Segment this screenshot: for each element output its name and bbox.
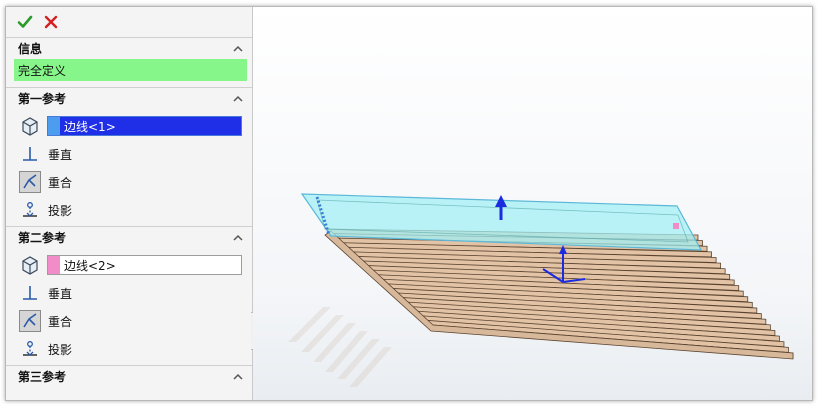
perpendicular-icon[interactable]: [19, 282, 41, 304]
option-label: 重合: [48, 175, 73, 190]
info-section-title: 信息: [18, 41, 43, 56]
chevron-up-icon[interactable]: [232, 232, 244, 242]
second-ref-input[interactable]: 边线<2>: [47, 255, 242, 275]
option-label: 投影: [48, 203, 73, 218]
graphics-viewport[interactable]: [253, 7, 812, 400]
option-label: 投影: [48, 342, 73, 357]
second-ref-coincident-option[interactable]: 重合: [6, 307, 252, 335]
second-ref-section-body: 边线<2> 垂直 重合 投影: [6, 247, 252, 365]
third-ref-section-title: 第三参考: [18, 369, 67, 384]
second-ref-selection-row: 边线<2>: [6, 251, 252, 279]
coincident-icon[interactable]: [19, 310, 41, 332]
first-ref-perpendicular-option[interactable]: 垂直: [6, 140, 252, 168]
option-label: 垂直: [48, 286, 73, 301]
second-ref-projection-option[interactable]: 投影: [6, 335, 252, 363]
second-ref-perpendicular-option[interactable]: 垂直: [6, 279, 252, 307]
option-label: 重合: [48, 314, 73, 329]
model-view[interactable]: [253, 7, 812, 400]
edge-selection-icon: [19, 115, 41, 137]
first-ref-section-title: 第一参考: [18, 91, 67, 106]
red-x-icon[interactable]: [43, 14, 59, 30]
first-ref-value: 边线<1>: [64, 119, 116, 134]
status-badge: 完全定义: [14, 59, 247, 81]
green-check-icon[interactable]: [17, 14, 33, 30]
projection-icon[interactable]: [19, 199, 41, 221]
property-manager-panel: 信息 完全定义 第一参考 边线<1> 垂直 重合 投影 第二参考 边线<2> 垂…: [6, 7, 253, 400]
chevron-up-icon[interactable]: [232, 43, 244, 53]
color-swatch: [48, 256, 60, 274]
second-ref-section-header[interactable]: 第二参考: [6, 226, 252, 247]
first-ref-section-body: 边线<1> 垂直 重合 投影: [6, 108, 252, 226]
perpendicular-icon[interactable]: [19, 143, 41, 165]
confirm-toolbar: [6, 7, 252, 37]
app-window: 信息 完全定义 第一参考 边线<1> 垂直 重合 投影 第二参考 边线<2> 垂…: [5, 6, 813, 401]
edge-marker-pink: [673, 223, 679, 229]
first-ref-selection-row: 边线<1>: [6, 112, 252, 140]
info-section-header[interactable]: 信息: [6, 37, 252, 58]
coincident-icon[interactable]: [19, 171, 41, 193]
chevron-up-icon[interactable]: [232, 371, 244, 381]
first-ref-coincident-option[interactable]: 重合: [6, 168, 252, 196]
status-text: 完全定义: [18, 63, 67, 78]
option-label: 垂直: [48, 147, 73, 162]
first-ref-input[interactable]: 边线<1>: [47, 116, 242, 136]
projection-icon[interactable]: [19, 338, 41, 360]
third-ref-section-header[interactable]: 第三参考: [6, 365, 252, 386]
edge-selection-icon: [19, 254, 41, 276]
first-ref-projection-option[interactable]: 投影: [6, 196, 252, 224]
second-ref-value: 边线<2>: [64, 258, 116, 273]
second-ref-section-title: 第二参考: [18, 230, 67, 245]
chevron-up-icon[interactable]: [232, 93, 244, 103]
first-ref-section-header[interactable]: 第一参考: [6, 87, 252, 108]
color-swatch: [48, 117, 60, 135]
